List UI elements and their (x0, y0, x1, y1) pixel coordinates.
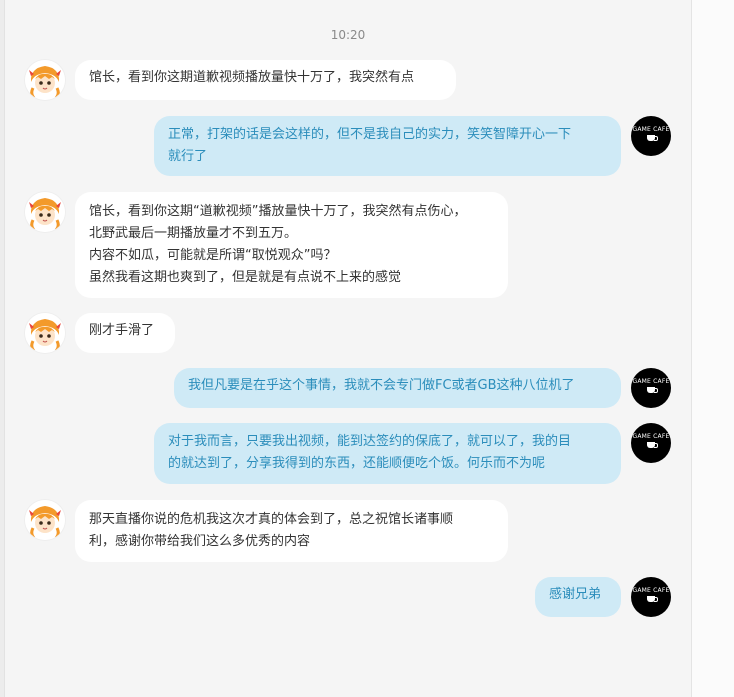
message-line: 就行了 (168, 149, 208, 164)
message-line: 利，感谢你带给我们这么多优秀的内容 (89, 534, 311, 549)
sender-avatar[interactable]: GAME CAFE (631, 423, 671, 463)
message-bubble[interactable]: 感谢兄弟 (535, 577, 621, 617)
game-cafe-logo-icon: GAME CAFE (632, 126, 670, 133)
anime-girl-avatar-icon (25, 313, 65, 353)
game-cafe-logo-icon: GAME CAFE (632, 433, 670, 440)
game-cafe-logo-icon: GAME CAFE (632, 378, 670, 385)
message-line: 刚才手滑了 (89, 323, 155, 338)
message-line: 虽然我看这期也爽到了，但是就是有点说不上来的感觉 (89, 270, 402, 285)
message-line: 我但凡要是在乎这个事情，我就不会专门做FC或者GB这种八位机了 (188, 378, 575, 393)
message-bubble[interactable]: 那天直播你说的危机我这次才真的体会到了，总之祝馆长诸事顺 利，感谢你带给我们这么… (75, 500, 508, 562)
sender-avatar[interactable] (25, 60, 65, 100)
message-line: 的就达到了，分享我得到的东西，还能顺便吃个饭。何乐而不为呢 (168, 456, 546, 471)
anime-girl-avatar-icon (25, 500, 65, 540)
sender-avatar[interactable] (25, 500, 65, 540)
message-line: 馆长，看到你这期道歉视频播放量快十万了，我突然有点 (89, 70, 415, 85)
message-line: 正常，打架的话是会这样的，但不是我自己的实力，笑笑智障开心一下 (168, 127, 572, 142)
side-panel (691, 0, 734, 697)
message-bubble[interactable]: 馆长，看到你这期“道歉视频”播放量快十万了，我突然有点伤心， 北野武最后一期播放… (75, 192, 508, 298)
coffee-cup-icon (647, 387, 658, 393)
message-bubble[interactable]: 刚才手滑了 (75, 313, 175, 353)
chat-pane[interactable]: 10:20 馆长，看到你这期道歉视频播放量快十万了，我突然有点 GAME CAF… (5, 0, 691, 697)
message-timestamp: 10:20 (330, 28, 366, 42)
coffee-cup-icon (647, 135, 658, 141)
sender-avatar[interactable] (25, 192, 65, 232)
message-line: 对于我而言，只要我出视频，能到达签约的保底了，就可以了，我的目 (168, 434, 572, 449)
message-line: 馆长，看到你这期“道歉视频”播放量快十万了，我突然有点伤心， (89, 204, 467, 219)
anime-girl-avatar-icon (25, 192, 65, 232)
message-line: 内容不如瓜，可能就是所谓“取悦观众”吗？ (89, 248, 337, 263)
message-bubble[interactable]: 正常，打架的话是会这样的，但不是我自己的实力，笑笑智障开心一下 就行了 (154, 116, 621, 176)
sender-avatar[interactable]: GAME CAFE (631, 368, 671, 408)
message-bubble[interactable]: 馆长，看到你这期道歉视频播放量快十万了，我突然有点 (75, 60, 456, 100)
game-cafe-logo-icon: GAME CAFE (632, 587, 670, 594)
message-line: 那天直播你说的危机我这次才真的体会到了，总之祝馆长诸事顺 (89, 512, 454, 527)
coffee-cup-icon (647, 596, 658, 602)
message-bubble[interactable]: 对于我而言，只要我出视频，能到达签约的保底了，就可以了，我的目 的就达到了，分享… (154, 423, 621, 484)
message-line: 感谢兄弟 (549, 587, 602, 602)
message-line: 北野武最后一期播放量才不到五万。 (89, 226, 298, 241)
sender-avatar[interactable]: GAME CAFE (631, 116, 671, 156)
coffee-cup-icon (647, 442, 658, 448)
sender-avatar[interactable] (25, 313, 65, 353)
anime-girl-avatar-icon (25, 60, 65, 100)
message-bubble[interactable]: 我但凡要是在乎这个事情，我就不会专门做FC或者GB这种八位机了 (174, 368, 621, 408)
sender-avatar[interactable]: GAME CAFE (631, 577, 671, 617)
